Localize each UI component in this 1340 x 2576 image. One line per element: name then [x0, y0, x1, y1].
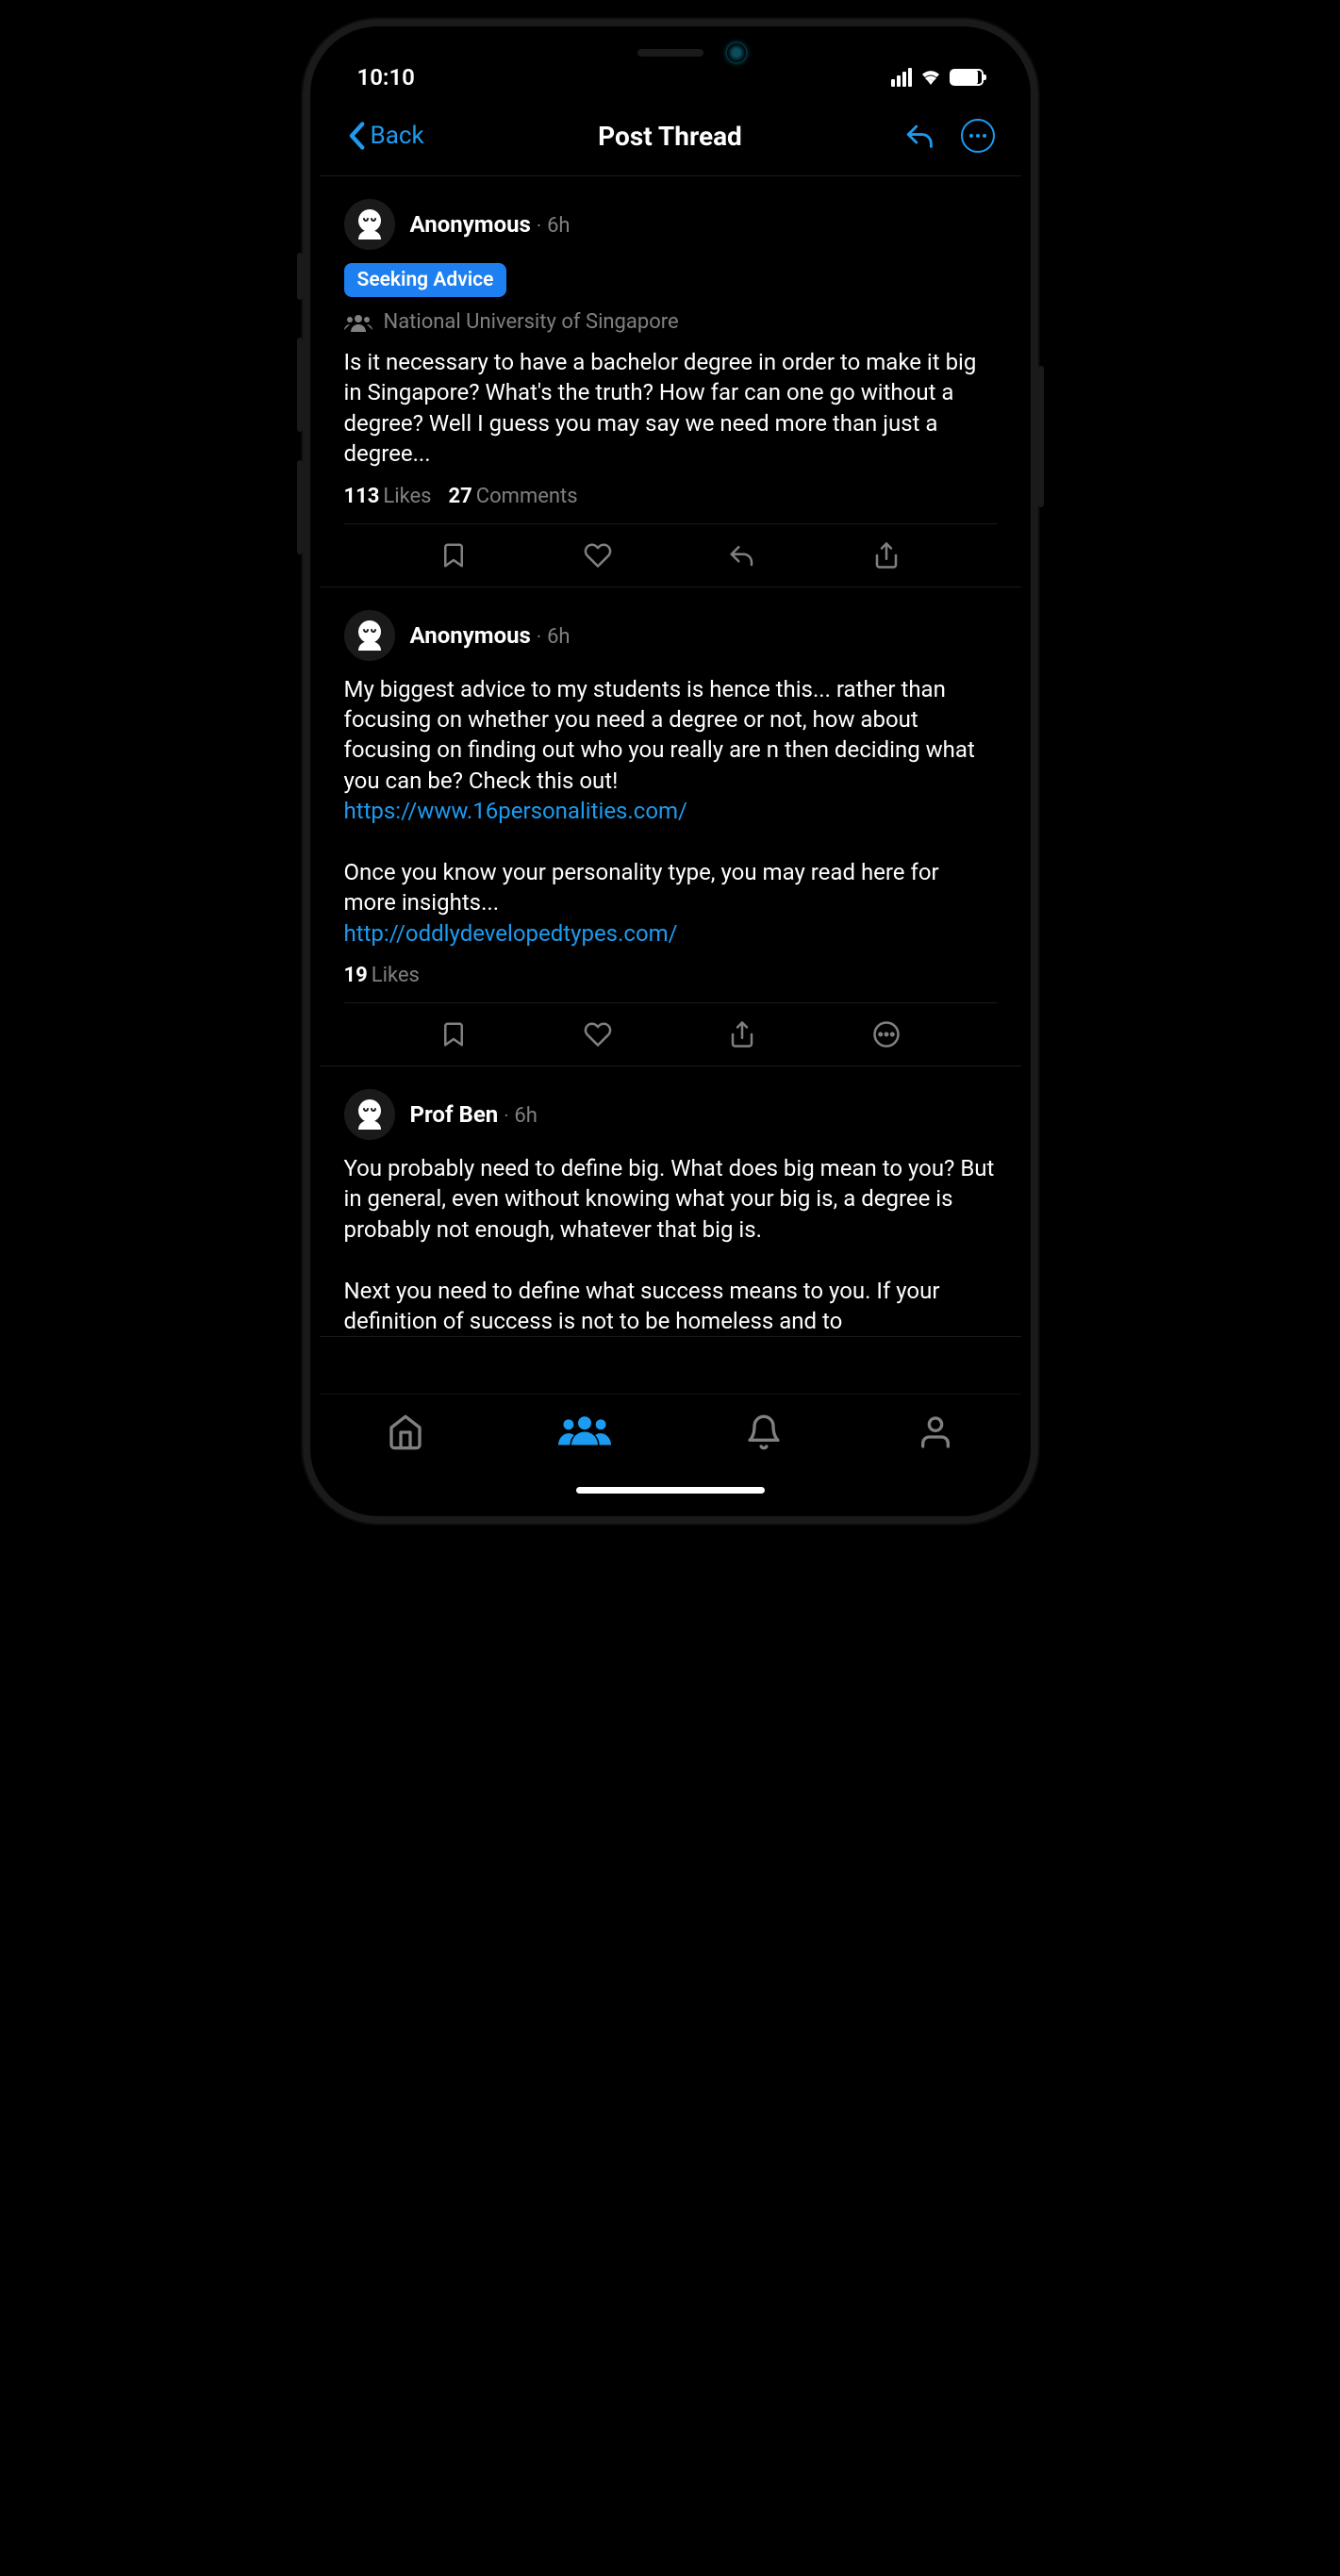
- post-time: 6h: [547, 214, 570, 238]
- more-icon: [961, 119, 995, 153]
- avatar[interactable]: [344, 610, 395, 661]
- power-button: [1038, 366, 1044, 507]
- back-label: Back: [371, 122, 424, 150]
- body-text-2: Next you need to define what success mea…: [344, 1278, 940, 1334]
- volume-down: [297, 460, 303, 554]
- likes-label: Likes: [383, 485, 431, 508]
- post-actions: [344, 1003, 997, 1065]
- body-text-1: My biggest advice to my students is henc…: [344, 676, 975, 794]
- post-username: Prof Ben: [410, 1101, 499, 1128]
- back-button[interactable]: Back: [346, 122, 424, 150]
- body-text-2: Once you know your personality type, you…: [344, 859, 939, 916]
- body-link-1[interactable]: https://www.16personalities.com/: [344, 798, 687, 824]
- likes-label: Likes: [372, 964, 420, 987]
- post-time: 6h: [547, 625, 570, 649]
- status-time: 10:10: [357, 64, 415, 91]
- screen: 10:10 Back Post Thread: [320, 36, 1021, 1507]
- battery-icon: [950, 69, 984, 86]
- post-stats: 113Likes 27Comments: [344, 485, 997, 524]
- post-tag[interactable]: Seeking Advice: [344, 263, 507, 297]
- nav-home[interactable]: [387, 1413, 424, 1451]
- post-body: You probably need to define big. What do…: [344, 1153, 997, 1336]
- comment-reply-button[interactable]: [728, 541, 756, 570]
- post-time: 6h: [514, 1104, 537, 1128]
- nav-notifications[interactable]: [745, 1413, 783, 1451]
- likes-stat[interactable]: 113Likes: [344, 485, 432, 508]
- share-button[interactable]: [728, 1020, 756, 1049]
- notch-speaker: [637, 49, 703, 57]
- community-name: National University of Singapore: [384, 310, 679, 334]
- like-button[interactable]: [584, 541, 612, 570]
- post: Anonymous · 6h Seeking Advice National U…: [320, 176, 1021, 587]
- cellular-signal-icon: [891, 68, 912, 87]
- post-meta: Prof Ben · 6h: [410, 1101, 538, 1128]
- nav-header: Back Post Thread: [320, 102, 1021, 175]
- post: Prof Ben · 6h You probably need to defin…: [320, 1066, 1021, 1337]
- comments-label: Comments: [476, 485, 578, 508]
- page-title: Post Thread: [598, 121, 742, 152]
- body-text-1: You probably need to define big. What do…: [344, 1155, 995, 1243]
- avatar[interactable]: [344, 1089, 395, 1140]
- meta-separator: ·: [504, 1104, 508, 1127]
- comments-count: 27: [449, 485, 472, 508]
- post-meta: Anonymous · 6h: [410, 622, 571, 649]
- avatar[interactable]: [344, 199, 395, 250]
- post-community[interactable]: National University of Singapore: [344, 310, 997, 334]
- wifi-icon: [919, 66, 942, 89]
- comments-stat[interactable]: 27Comments: [449, 485, 578, 508]
- bookmark-button[interactable]: [439, 541, 468, 570]
- more-button[interactable]: [961, 119, 995, 153]
- likes-count: 19: [344, 964, 368, 987]
- notch-camera: [727, 43, 746, 62]
- post-body: My biggest advice to my students is henc…: [344, 674, 997, 949]
- post-actions: [344, 524, 997, 586]
- bookmark-button[interactable]: [439, 1020, 468, 1049]
- share-button[interactable]: [872, 541, 901, 570]
- more-actions-button[interactable]: [872, 1020, 901, 1049]
- reply-button[interactable]: [904, 120, 936, 152]
- likes-stat[interactable]: 19Likes: [344, 964, 420, 987]
- volume-up: [297, 338, 303, 432]
- post-meta: Anonymous · 6h: [410, 211, 571, 238]
- post-header: Anonymous · 6h: [344, 610, 997, 661]
- status-indicators: [891, 66, 984, 89]
- post-username: Anonymous: [410, 211, 531, 238]
- nav-community[interactable]: [558, 1413, 611, 1447]
- home-indicator[interactable]: [576, 1487, 765, 1494]
- post-header: Anonymous · 6h: [344, 199, 997, 250]
- likes-count: 113: [344, 485, 380, 508]
- nav-profile[interactable]: [917, 1413, 954, 1451]
- content[interactable]: Anonymous · 6h Seeking Advice National U…: [320, 175, 1021, 1411]
- phone-frame: 10:10 Back Post Thread: [303, 19, 1038, 1524]
- post-stats: 19Likes: [344, 964, 997, 1003]
- post-body: Is it necessary to have a bachelor degre…: [344, 347, 997, 470]
- mute-switch: [297, 253, 303, 300]
- like-button[interactable]: [584, 1020, 612, 1049]
- post-username: Anonymous: [410, 622, 531, 649]
- meta-separator: ·: [537, 625, 541, 648]
- post-header: Prof Ben · 6h: [344, 1089, 997, 1140]
- meta-separator: ·: [537, 214, 541, 237]
- people-icon: [344, 313, 372, 332]
- notch: [548, 36, 793, 70]
- body-link-2[interactable]: http://oddlydevelopedtypes.com/: [344, 920, 678, 947]
- post: Anonymous · 6h My biggest advice to my s…: [320, 587, 1021, 1067]
- nav-actions: [904, 119, 995, 153]
